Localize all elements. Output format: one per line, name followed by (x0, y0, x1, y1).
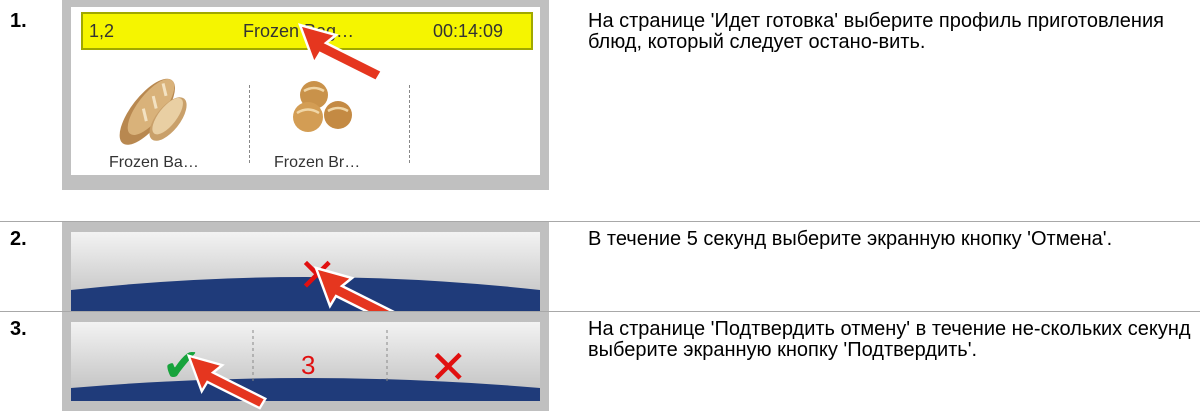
pointer-arrow-icon (186, 354, 268, 410)
step-2-number: 2. (10, 228, 27, 250)
step-2-screenshot: ✕ (62, 222, 549, 326)
step-3-screenshot: ✔ 3 ✕ (62, 312, 549, 411)
cooking-screen: 1,2 Frozen Bag… 00:14:09 Frozen Ba… Froz… (71, 7, 540, 175)
cooking-profile-slots: 1,2 (89, 21, 115, 41)
step-1-instruction: На странице 'Идет готовка' выберите проф… (588, 10, 1164, 53)
pointer-arrow-icon (297, 23, 384, 83)
tile-divider (249, 85, 250, 163)
step-3-number: 3. (10, 318, 27, 340)
bread-rolls-icon[interactable] (286, 75, 361, 135)
step-3-instruction: На странице 'Подтвердить отмену' в течен… (588, 318, 1191, 361)
countdown-number: 3 (301, 350, 316, 380)
cancel-x-icon[interactable]: ✕ (429, 340, 468, 394)
step-2-instruction: В течение 5 секунд выберите экранную кно… (588, 228, 1113, 250)
cooking-profile-time: 00:14:09 (433, 21, 504, 41)
step-1-number: 1. (10, 10, 27, 32)
tile-divider (409, 85, 410, 163)
step-1-screenshot: 1,2 Frozen Bag… 00:14:09 Frozen Ba… Froz… (62, 0, 549, 190)
tile-label-rolls: Frozen Br… (274, 154, 361, 171)
baguette-icon (119, 78, 187, 145)
tile-label-baguette: Frozen Ba… (109, 154, 199, 171)
